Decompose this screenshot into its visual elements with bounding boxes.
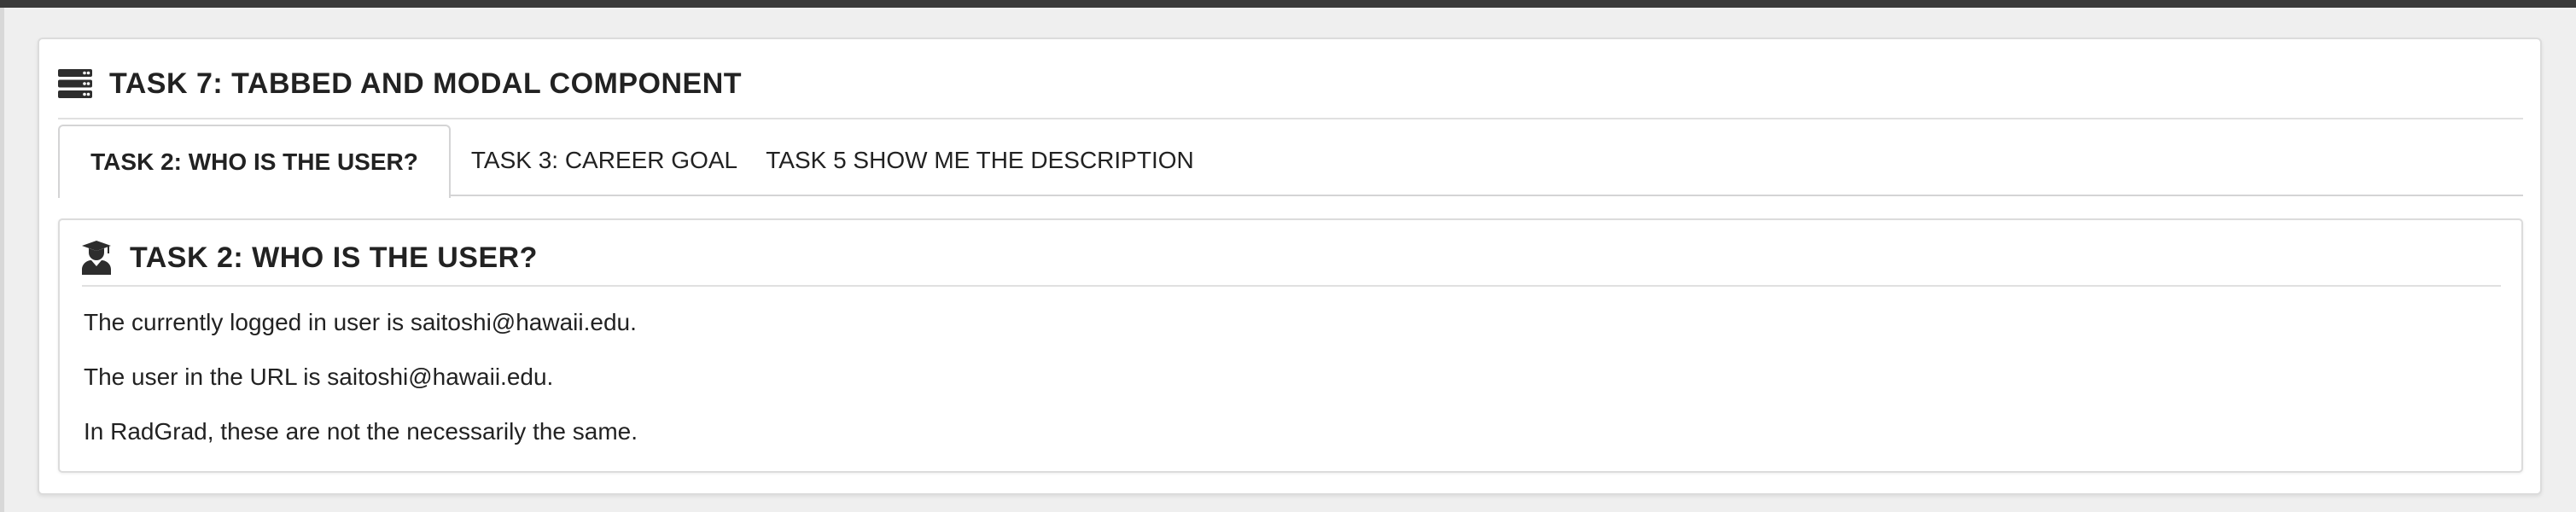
user-graduate-icon [82, 241, 111, 275]
left-edge [0, 8, 4, 512]
logged-in-user-text: The currently logged in user is saitoshi… [84, 309, 637, 335]
tab-who-is-the-user[interactable]: TASK 2: WHO IS THE USER? [58, 125, 451, 198]
server-icon [58, 69, 92, 98]
tab-menu: TASK 2: WHO IS THE USER? TASK 3: CAREER … [58, 125, 2523, 198]
pane-header: TASK 2: WHO IS THE USER? [82, 236, 2501, 287]
url-user-text: The user in the URL is saitoshi@hawaii.e… [84, 364, 554, 390]
segment-title: TASK 7: TABBED AND MODAL COMPONENT [109, 67, 743, 100]
task7-segment: TASK 7: TABBED AND MODAL COMPONENT TASK … [38, 38, 2542, 495]
tab-show-me-the-description[interactable]: TASK 5 SHOW ME THE DESCRIPTION [758, 125, 1202, 196]
tab-pane: TASK 2: WHO IS THE USER? The currently l… [58, 218, 2523, 473]
tab-career-goal[interactable]: TASK 3: CAREER GOAL [451, 125, 758, 196]
pane-title: TASK 2: WHO IS THE USER? [130, 241, 538, 274]
note-text: In RadGrad, these are not the necessaril… [84, 418, 638, 445]
segment-header: TASK 7: TABBED AND MODAL COMPONENT [58, 56, 2523, 119]
top-bar [0, 0, 2576, 8]
